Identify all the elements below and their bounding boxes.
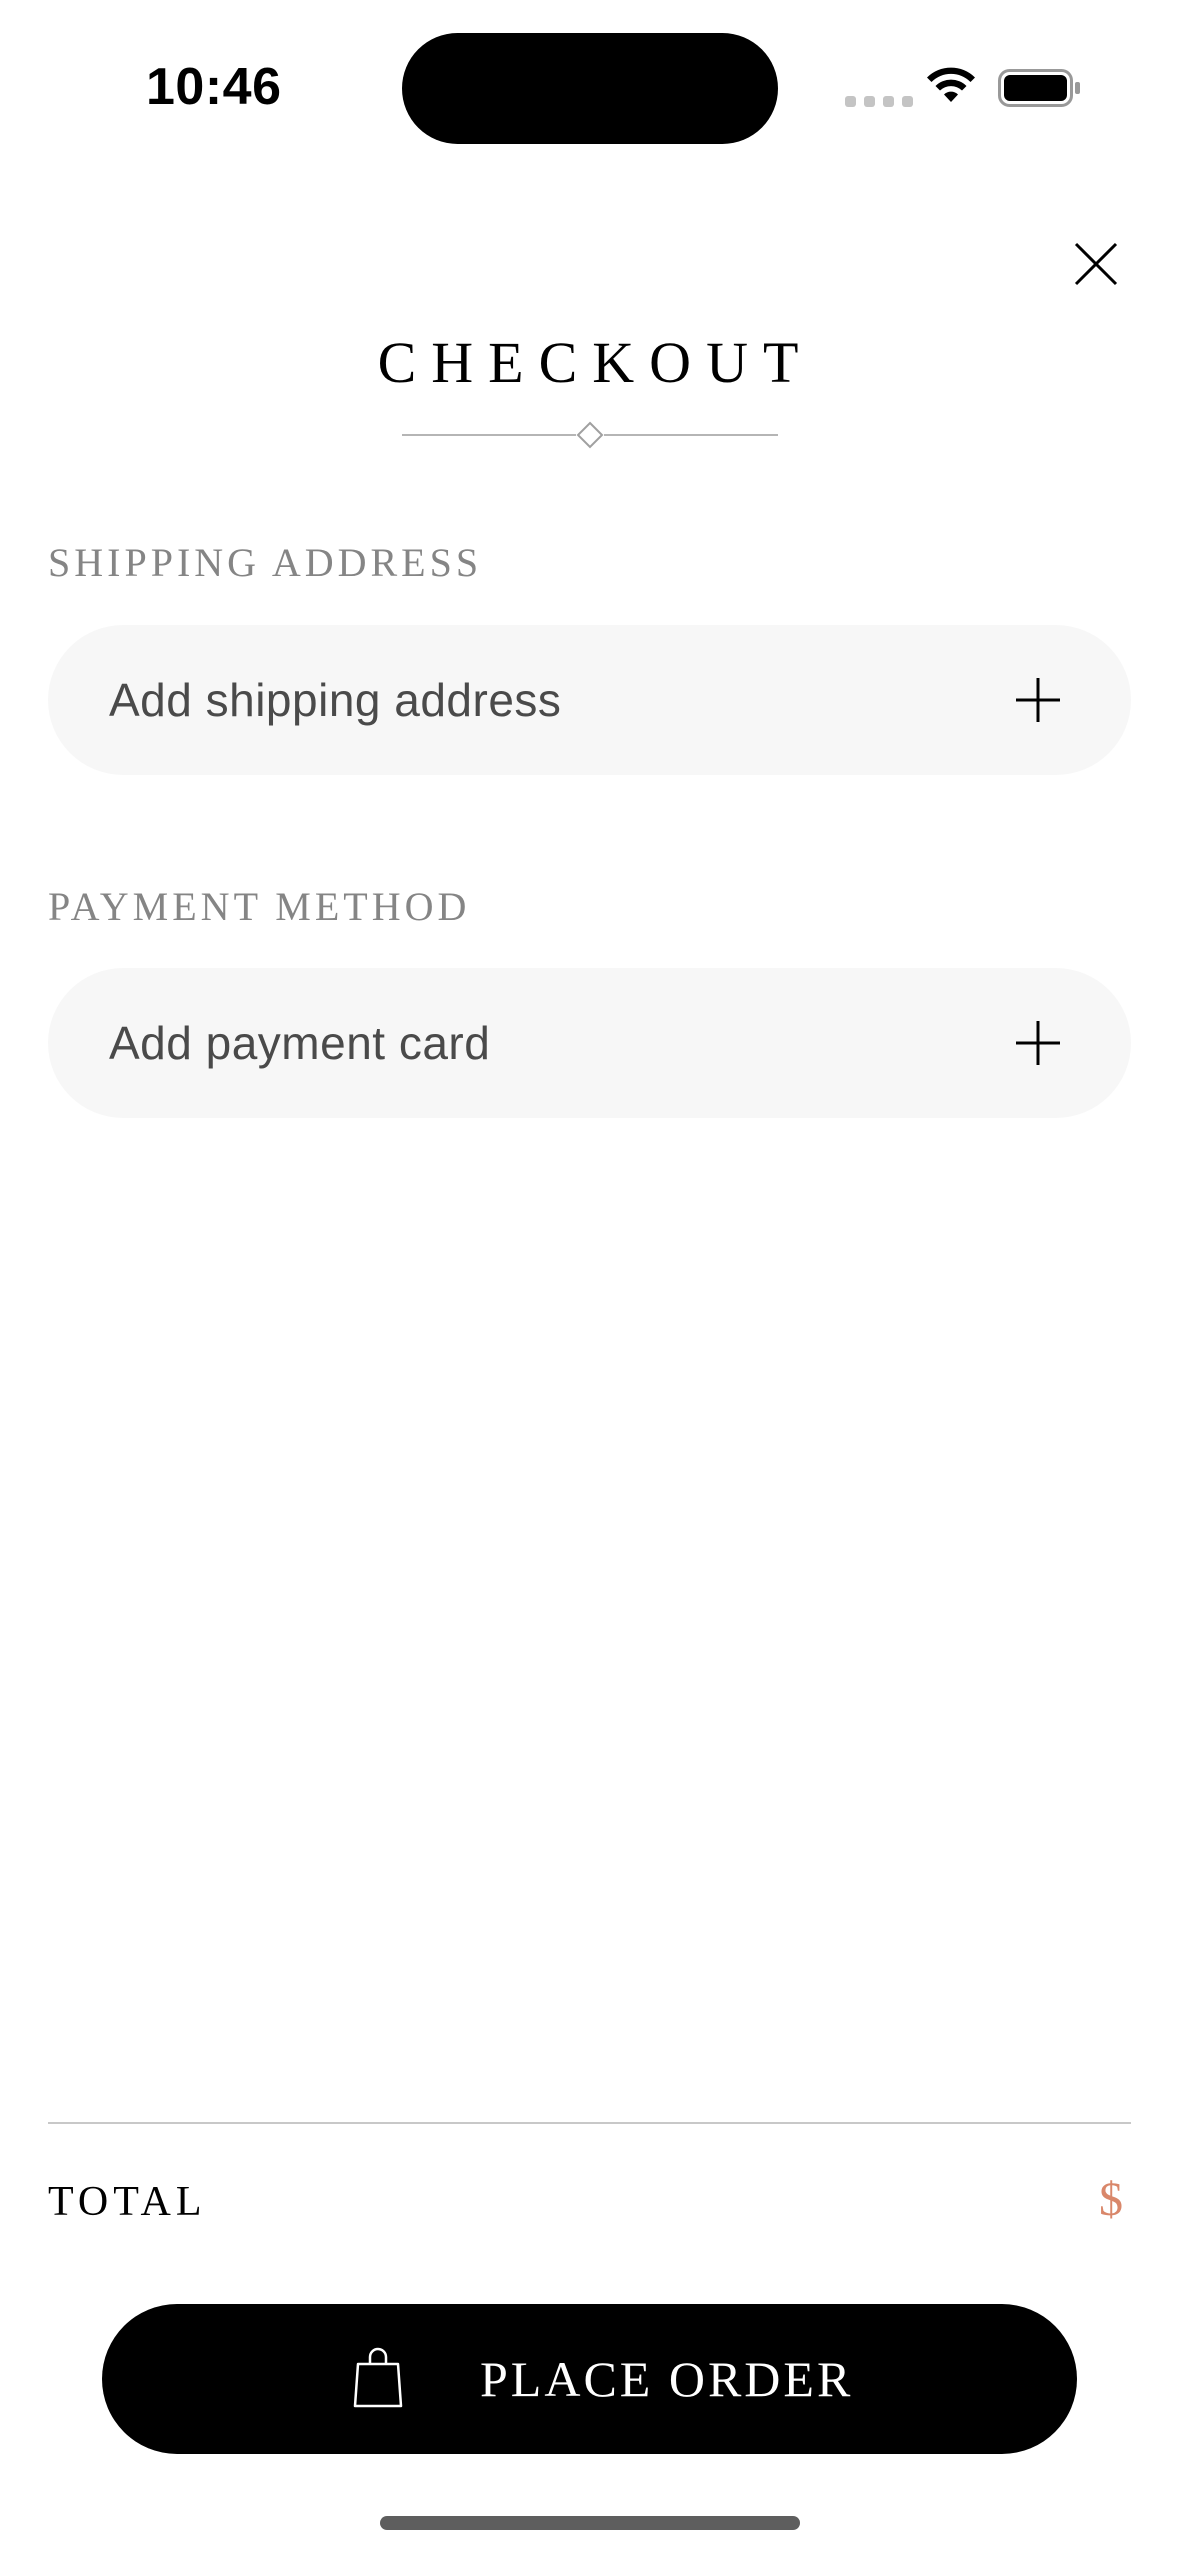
add-payment-card-button[interactable]: Add payment card	[48, 968, 1131, 1118]
place-order-button[interactable]: PLACE ORDER	[102, 2304, 1077, 2454]
status-time: 10:46	[146, 58, 282, 116]
plus-icon	[1016, 678, 1060, 722]
payment-method-heading: PAYMENT METHOD	[48, 884, 471, 929]
total-divider	[48, 2122, 1131, 2124]
total-value: $	[1099, 2173, 1123, 2226]
shopping-bag-icon	[353, 2347, 403, 2408]
place-order-label: PLACE ORDER	[480, 2351, 854, 2407]
plus-icon	[1016, 1021, 1060, 1065]
home-indicator[interactable]	[380, 2516, 800, 2530]
add-payment-card-label: Add payment card	[109, 1017, 491, 1069]
page-title: CHECKOUT	[377, 330, 814, 395]
close-icon[interactable]	[1068, 236, 1124, 292]
dynamic-island	[402, 33, 778, 144]
wifi-icon	[927, 67, 975, 102]
add-shipping-address-label: Add shipping address	[109, 674, 562, 726]
add-shipping-address-button[interactable]: Add shipping address	[48, 625, 1131, 775]
shipping-address-heading: SHIPPING ADDRESS	[48, 540, 483, 585]
cellular-signal-icon	[845, 96, 913, 107]
total-label: TOTAL	[48, 2179, 207, 2225]
battery-icon	[998, 69, 1080, 107]
title-divider	[402, 421, 778, 449]
